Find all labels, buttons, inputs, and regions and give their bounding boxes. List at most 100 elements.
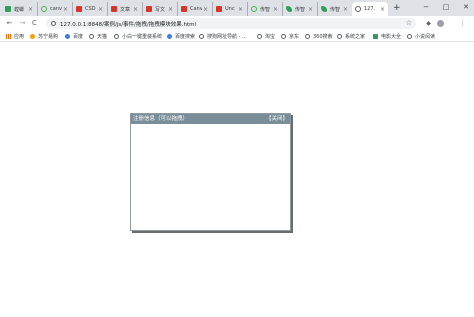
extension-puzzle-icon[interactable]: ◆ <box>424 19 433 28</box>
bookmark-label: 淘宝 <box>265 33 276 40</box>
globe-icon <box>305 33 310 39</box>
bookmark-item[interactable]: 系统之家 <box>337 32 365 40</box>
green-ring-icon <box>41 6 47 12</box>
browser-tab[interactable]: Unc × <box>212 2 246 16</box>
tab-title: CSD <box>85 6 96 12</box>
tab-close-icon[interactable]: × <box>167 6 174 13</box>
globe-icon <box>281 33 286 39</box>
bookmark-item[interactable]: 天猫 <box>89 32 107 40</box>
reload-button[interactable]: C <box>30 18 39 28</box>
browser-tab[interactable]: 传智 × <box>247 2 281 16</box>
green-square-icon <box>373 33 378 39</box>
green-square-icon <box>5 6 11 12</box>
info-icon[interactable] <box>51 21 56 26</box>
browser-tab[interactable]: 螳螂 × <box>2 2 36 16</box>
blue-paw-icon <box>65 33 70 39</box>
tab-title: 传智 <box>295 6 306 13</box>
new-tab-button[interactable]: + <box>393 3 401 13</box>
browser-tab[interactable]: 写文 × <box>142 2 176 16</box>
red-c-icon <box>76 6 82 12</box>
tab-close-icon[interactable]: × <box>237 6 244 13</box>
dialog-title: 注册信息（可以拖拽） <box>133 116 189 122</box>
tab-close-icon[interactable]: × <box>62 6 69 13</box>
bookmark-item[interactable]: 小说阅读 <box>407 32 435 40</box>
dialog-drag-handle[interactable]: 注册信息（可以拖拽） 【关闭】 <box>131 114 290 124</box>
tab-close-icon[interactable]: × <box>132 6 139 13</box>
browser-tab[interactable]: 传智 × <box>317 2 351 16</box>
browser-tab[interactable]: 传智 × <box>282 2 316 16</box>
red-c-icon <box>146 6 152 12</box>
browser-toolbar: ← → C 127.0.0.1:8848/案例/js/事件/拖拽/拖拽模块效果.… <box>0 16 474 30</box>
minimize-button[interactable]: − <box>420 2 432 12</box>
blue-paw-icon <box>167 33 172 39</box>
tab-title: 写文 <box>155 6 166 13</box>
avatar[interactable] <box>437 20 444 27</box>
bookmark-item[interactable]: 小白一键重装系统 <box>114 32 162 40</box>
bookmark-label: 京东 <box>289 33 300 40</box>
tab-close-icon[interactable]: × <box>342 6 349 13</box>
browser-tab[interactable]: CSD × <box>72 2 106 16</box>
tab-title: Canv <box>190 6 202 12</box>
red-c-icon <box>111 6 117 12</box>
bookmark-star-icon[interactable]: ☆ <box>406 19 412 28</box>
tab-close-icon[interactable]: × <box>97 6 104 13</box>
globe-icon <box>407 33 412 39</box>
globe-icon <box>114 33 119 39</box>
tab-title: 传智 <box>260 6 271 13</box>
bookmark-item[interactable]: 百度 <box>65 32 83 40</box>
tab-close-icon[interactable]: × <box>272 6 279 13</box>
browser-tab[interactable]: Canv × <box>177 2 211 16</box>
bookmark-label: 系统之家 <box>345 33 366 40</box>
globe-icon <box>199 33 204 39</box>
bookmark-item[interactable]: 电影大全 <box>373 32 401 40</box>
bookmark-item[interactable]: 搜狗网址导航 - ... <box>199 32 247 40</box>
bookmark-label: 苏宁易购 <box>38 33 59 40</box>
tab-title: 127. <box>364 6 376 12</box>
back-button[interactable]: ← <box>5 18 14 28</box>
dialog-close-button[interactable]: 【关闭】 <box>266 114 288 124</box>
globe-icon <box>355 6 361 12</box>
bookmark-item[interactable]: 苏宁易购 <box>30 32 58 40</box>
apps-grid-icon <box>6 33 11 39</box>
red-c-icon <box>181 6 187 12</box>
tab-close-icon[interactable]: × <box>202 6 209 13</box>
globe-icon <box>257 33 262 39</box>
bookmark-label: 应用 <box>14 33 25 40</box>
tab-strip: 螳螂 × canv × CSD × 文章 × 写文 × Canv × Unc ×… <box>0 0 474 16</box>
globe-icon <box>89 33 94 39</box>
tab-title: 传智 <box>330 6 341 13</box>
close-window-button[interactable]: ✕ <box>460 2 472 12</box>
green-bird-icon <box>286 6 292 12</box>
orange-dot-icon <box>30 33 35 39</box>
tab-title: canv <box>50 6 62 12</box>
bookmark-label: 百度搜索 <box>175 33 196 40</box>
maximize-button[interactable]: □ <box>440 2 452 12</box>
tab-title: 文章 <box>120 6 131 13</box>
tab-title: 螳螂 <box>14 6 25 13</box>
browser-tab[interactable]: 文章 × <box>107 2 141 16</box>
bookmark-label: 天猫 <box>97 33 108 40</box>
registration-dialog: 注册信息（可以拖拽） 【关闭】 <box>130 113 291 231</box>
bookmark-item[interactable]: 淘宝 <box>257 32 275 40</box>
tab-close-icon[interactable]: × <box>27 6 34 13</box>
bookmark-label: 360搜索 <box>313 33 333 40</box>
bookmark-item[interactable]: 百度搜索 <box>167 32 195 40</box>
bookmark-label: 小说阅读 <box>415 33 436 40</box>
browser-tab-active[interactable]: 127. × <box>352 2 388 16</box>
bookmark-item[interactable]: 京东 <box>281 32 299 40</box>
bookmark-item[interactable]: 360搜索 <box>305 32 333 40</box>
address-bar[interactable]: 127.0.0.1:8848/案例/js/事件/拖拽/拖拽模块效果.html ☆ <box>46 18 416 29</box>
green-bird-icon <box>321 6 327 12</box>
tab-title: Unc <box>225 6 235 12</box>
bookmark-label: 电影大全 <box>381 33 402 40</box>
menu-dots-icon[interactable]: ⋮ <box>458 19 467 28</box>
bookmark-item[interactable]: 应用 <box>6 32 24 40</box>
bookmark-label: 百度 <box>73 33 84 40</box>
tab-close-icon[interactable]: × <box>379 6 386 13</box>
tab-close-icon[interactable]: × <box>307 6 314 13</box>
browser-tab[interactable]: canv × <box>37 2 71 16</box>
green-ring-icon <box>251 6 257 12</box>
bookmarks-bar: 应用 苏宁易购 百度 天猫 小白一键重装系统 百度搜索 搜狗网址导航 - ...… <box>0 30 474 42</box>
bookmark-label: 搜狗网址导航 - ... <box>207 33 247 40</box>
forward-button[interactable]: → <box>18 18 27 28</box>
